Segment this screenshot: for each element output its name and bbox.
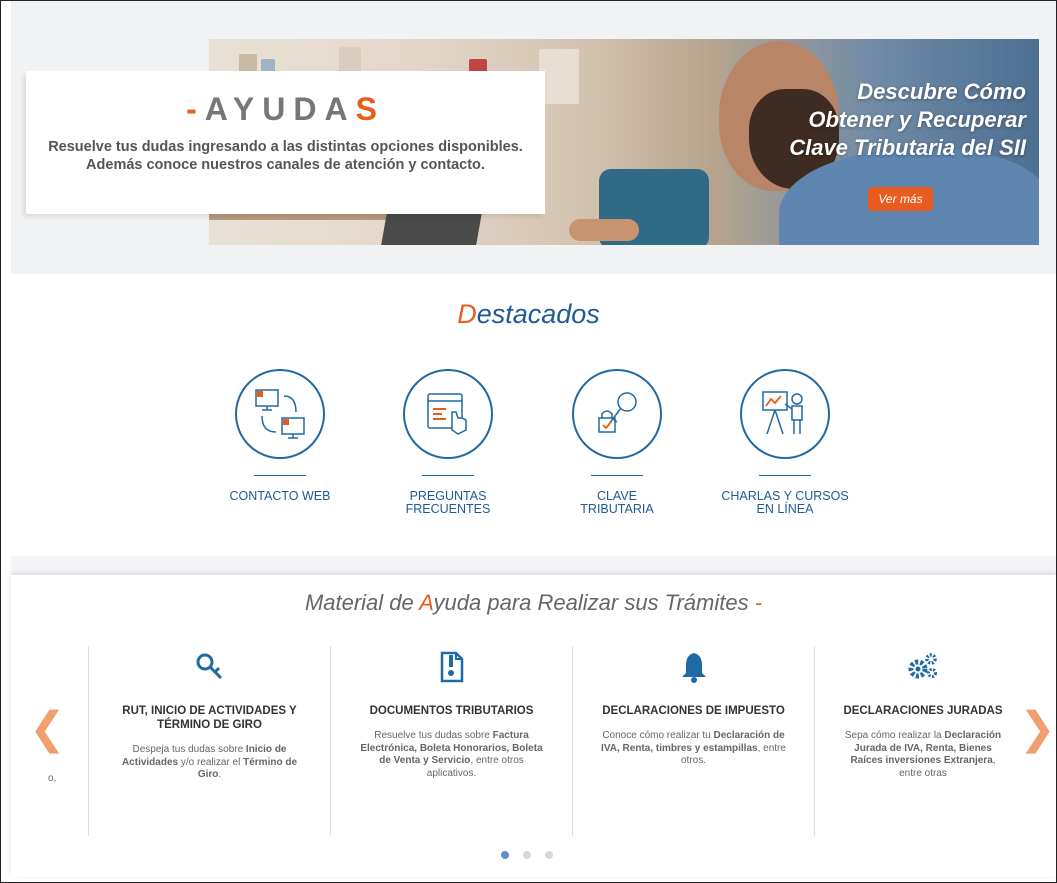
destacado-label[interactable]: CONTACTO WEB — [205, 490, 355, 503]
bell-icon — [677, 650, 711, 684]
title-part: Material de — [304, 590, 420, 615]
destacado-label[interactable]: PREGUNTAS FRECUENTES — [373, 490, 523, 516]
carousel-prev-button[interactable]: ❮ — [29, 707, 66, 751]
promo-line: Obtener y Recuperar — [808, 107, 1026, 132]
ver-mas-button[interactable]: Ver más — [868, 187, 933, 211]
computers-sync-icon[interactable] — [235, 369, 325, 459]
card-description: Despeja tus dudas sobre Inicio de Activi… — [121, 744, 298, 780]
card-title[interactable]: DOCUMENTOS TRIBUTARIOS — [339, 704, 564, 718]
material-title: Material de Ayuda para Realizar sus Trám… — [11, 590, 1056, 616]
title-suffix: S — [355, 91, 385, 127]
carousel-next-button[interactable]: ❯ — [1019, 707, 1056, 751]
destacado-charlas-cursos[interactable]: CHARLAS Y CURSOS EN LÍNEA — [710, 369, 860, 516]
card-declaraciones-juradas[interactable]: DECLARACIONES JURADAS Sepa cómo realizar… — [823, 646, 1023, 836]
card-title[interactable]: DECLARACIONES DE IMPUESTO — [581, 704, 806, 718]
card-divider — [814, 646, 815, 836]
promo-line: Clave Tributaria del SII — [789, 135, 1026, 160]
card-declaraciones-impuesto[interactable]: DECLARACIONES DE IMPUESTO Conoce cómo re… — [581, 646, 806, 836]
card-documentos[interactable]: DOCUMENTOS TRIBUTARIOS Resuelve tus duda… — [339, 646, 564, 836]
destacado-clave-tributaria[interactable]: CLAVE TRIBUTARIA — [542, 369, 692, 516]
hero-description: Resuelve tus dudas ingresando a las dist… — [48, 139, 523, 173]
divider — [422, 475, 474, 476]
card-rut[interactable]: RUT, INICIO DE ACTIVIDADES Y TÉRMINO DE … — [97, 646, 322, 836]
hero-card: -AYUDAS Resuelve tus dudas ingresando a … — [26, 71, 545, 214]
promo-line: Descubre Cómo — [857, 79, 1026, 104]
destacado-contacto-web[interactable]: CONTACTO WEB — [205, 369, 355, 503]
carousel-dots — [501, 851, 553, 859]
document-icon — [435, 650, 469, 684]
presentation-icon[interactable] — [740, 369, 830, 459]
carousel-dot[interactable] — [501, 851, 509, 859]
title-main: AYUDA — [204, 91, 356, 127]
card-description: Conoce cómo realizar tu Declaración de I… — [601, 730, 786, 766]
destacado-preguntas-frecuentes[interactable]: PREGUNTAS FRECUENTES — [373, 369, 523, 516]
divider — [759, 475, 811, 476]
card-title[interactable]: DECLARACIONES JURADAS — [823, 704, 1023, 718]
card-description: Resuelve tus dudas sobre Factura Electró… — [360, 730, 543, 779]
partial-card-text: o, — [48, 773, 57, 784]
carousel-dot[interactable] — [545, 851, 553, 859]
title-initial: D — [457, 299, 477, 329]
title-dash: - — [748, 590, 763, 615]
title-part: yuda para Realizar sus Trámites — [433, 590, 749, 615]
divider — [254, 475, 306, 476]
card-divider — [330, 646, 331, 836]
card-divider — [572, 646, 573, 836]
card-title[interactable]: RUT, INICIO DE ACTIVIDADES Y TÉRMINO DE … — [97, 704, 322, 732]
key-lock-icon[interactable] — [572, 369, 662, 459]
card-description: Sepa cómo realizar la Declaración Jurada… — [844, 730, 1002, 779]
gears-icon — [906, 650, 940, 684]
browser-hand-icon[interactable] — [403, 369, 493, 459]
carousel-dot[interactable] — [523, 851, 531, 859]
destacado-label[interactable]: CHARLAS Y CURSOS EN LÍNEA — [710, 490, 860, 516]
promo-text: Descubre Cómo Obtener y Recuperar Clave … — [726, 78, 1026, 162]
divider — [591, 475, 643, 476]
magnifier-key-icon — [193, 650, 227, 684]
page-frame: -AYUDAS Resuelve tus dudas ingresando a … — [0, 0, 1057, 883]
title-highlight: A — [419, 590, 434, 615]
title-dash: - — [186, 91, 205, 127]
section-separator — [11, 556, 1056, 576]
card-divider — [88, 646, 89, 836]
destacados-title: Destacados — [1, 299, 1056, 330]
title-rest: estacados — [476, 299, 600, 329]
page-title: -AYUDAS — [26, 91, 545, 128]
destacado-label[interactable]: CLAVE TRIBUTARIA — [542, 490, 692, 516]
